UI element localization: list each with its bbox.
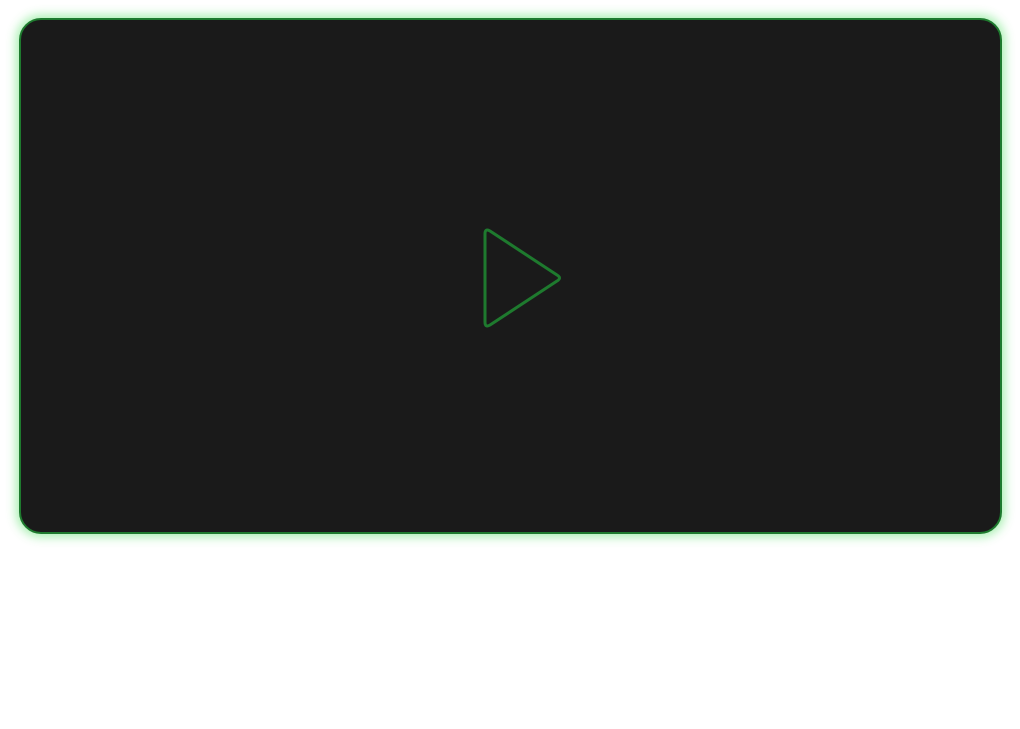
video-player[interactable] [19, 18, 1002, 534]
play-icon[interactable] [481, 226, 563, 330]
page [0, 0, 1020, 729]
